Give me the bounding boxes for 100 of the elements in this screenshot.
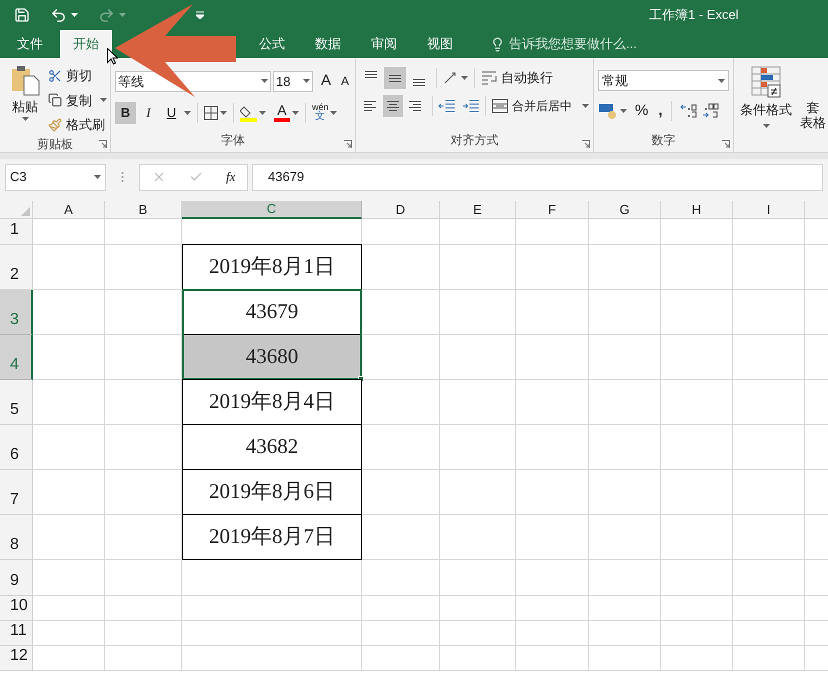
table-cell[interactable] — [589, 560, 661, 596]
shrink-font-button[interactable]: A — [338, 72, 351, 90]
table-cell[interactable] — [33, 560, 105, 596]
ribbon-tab[interactable]: 审阅 — [358, 30, 410, 58]
table-cell[interactable] — [733, 596, 805, 621]
table-cell[interactable] — [516, 515, 589, 560]
table-cell[interactable] — [589, 219, 661, 245]
column-header[interactable]: A — [33, 201, 105, 219]
table-cell[interactable] — [516, 621, 589, 646]
dialog-launcher-icon[interactable] — [722, 140, 730, 148]
copy-button[interactable]: 复制 — [48, 90, 107, 110]
percent-button[interactable]: % — [635, 100, 648, 122]
currency-icon[interactable] — [598, 103, 616, 120]
table-cell[interactable] — [33, 290, 105, 335]
table-cell[interactable] — [733, 245, 805, 290]
fill-color-icon[interactable] — [240, 104, 257, 122]
table-cell[interactable] — [105, 290, 182, 335]
decrease-decimal-icon[interactable] — [702, 103, 720, 120]
column-header[interactable]: F — [516, 201, 589, 219]
column-header[interactable]: I — [733, 201, 805, 219]
table-cell[interactable] — [733, 219, 805, 245]
table-cell[interactable] — [440, 621, 516, 646]
customize-toolbar-icon[interactable] — [196, 11, 204, 19]
table-cell[interactable] — [440, 245, 516, 290]
paste-button[interactable]: 粘贴 — [8, 64, 42, 134]
insert-function-button[interactable]: fx — [226, 167, 236, 187]
table-cell[interactable] — [440, 335, 516, 380]
column-header[interactable]: H — [661, 201, 733, 219]
row-header[interactable]: 12 — [0, 646, 33, 671]
ribbon-tab[interactable]: 公式 — [246, 30, 298, 58]
table-cell[interactable] — [182, 621, 362, 646]
table-cell[interactable] — [589, 515, 661, 560]
table-cell[interactable] — [589, 380, 661, 425]
row-header[interactable]: 6 — [0, 425, 33, 470]
table-cell[interactable] — [589, 470, 661, 515]
undo-caret-icon[interactable] — [71, 13, 78, 17]
table-cell[interactable] — [589, 646, 661, 671]
undo-icon[interactable] — [50, 6, 67, 24]
table-cell[interactable] — [182, 596, 362, 621]
row-header[interactable]: 4 — [0, 335, 33, 380]
table-cell[interactable] — [362, 245, 440, 290]
table-cell[interactable] — [661, 646, 733, 671]
phonetic-button[interactable]: wén 文 — [312, 103, 328, 122]
table-cell[interactable] — [362, 219, 440, 245]
table-cell[interactable] — [733, 560, 805, 596]
column-header[interactable]: D — [362, 201, 440, 219]
redo-caret-icon[interactable] — [119, 13, 126, 17]
table-cell[interactable] — [362, 560, 440, 596]
font-style-button[interactable]: I — [138, 102, 159, 124]
table-cell[interactable] — [516, 335, 589, 380]
table-cell[interactable] — [661, 290, 733, 335]
row-header[interactable]: 11 — [0, 621, 33, 646]
table-cell[interactable] — [661, 245, 733, 290]
row-header[interactable]: 7 — [0, 470, 33, 515]
ribbon-tab[interactable]: 文件 — [4, 30, 56, 58]
font-name-field[interactable]: 等线 — [114, 70, 271, 92]
row-header[interactable]: 3 — [0, 290, 33, 335]
table-cell[interactable] — [362, 425, 440, 470]
grow-font-button[interactable]: A — [318, 70, 333, 92]
table-cell[interactable] — [733, 425, 805, 470]
table-cell[interactable] — [733, 470, 805, 515]
table-cell[interactable] — [733, 335, 805, 380]
merge-center-button[interactable]: 合并后居中 — [492, 97, 589, 115]
table-cell[interactable] — [733, 290, 805, 335]
table-cell[interactable] — [440, 219, 516, 245]
table-cell[interactable] — [440, 646, 516, 671]
table-cell[interactable] — [33, 380, 105, 425]
name-box[interactable]: C3 — [5, 164, 106, 190]
table-cell[interactable] — [362, 470, 440, 515]
table-cell[interactable] — [516, 470, 589, 515]
table-cell[interactable]: 43680 — [182, 334, 362, 380]
table-cell[interactable] — [661, 380, 733, 425]
table-cell[interactable] — [516, 245, 589, 290]
column-header[interactable]: B — [105, 201, 182, 219]
table-cell[interactable] — [589, 621, 661, 646]
table-cell[interactable] — [516, 596, 589, 621]
table-cell[interactable] — [661, 219, 733, 245]
table-cell[interactable] — [33, 515, 105, 560]
table-cell[interactable] — [661, 621, 733, 646]
column-header[interactable]: C — [182, 201, 362, 219]
table-cell[interactable]: 2019年8月1日 — [182, 244, 362, 290]
row-header[interactable]: 1 — [0, 219, 33, 245]
format-table-button[interactable]: 套 表格 — [798, 66, 828, 152]
table-cell[interactable] — [362, 380, 440, 425]
table-cell[interactable] — [362, 290, 440, 335]
table-cell[interactable] — [589, 596, 661, 621]
table-cell[interactable] — [362, 515, 440, 560]
table-cell[interactable] — [33, 621, 105, 646]
comma-button[interactable]: , — [658, 100, 663, 122]
table-cell[interactable] — [362, 335, 440, 380]
table-cell[interactable] — [33, 646, 105, 671]
table-cell[interactable] — [182, 560, 362, 596]
table-cell[interactable]: 2019年8月7日 — [182, 514, 362, 560]
tell-me-field[interactable]: 告诉我您想要做什么... — [509, 34, 637, 54]
font-size-field[interactable]: 18 — [272, 70, 313, 92]
table-cell[interactable] — [182, 646, 362, 671]
table-cell[interactable] — [589, 425, 661, 470]
ribbon-tab[interactable]: 视图 — [414, 30, 466, 58]
conditional-format-button[interactable]: 条件格式 — [738, 66, 794, 152]
column-header[interactable]: G — [589, 201, 661, 219]
